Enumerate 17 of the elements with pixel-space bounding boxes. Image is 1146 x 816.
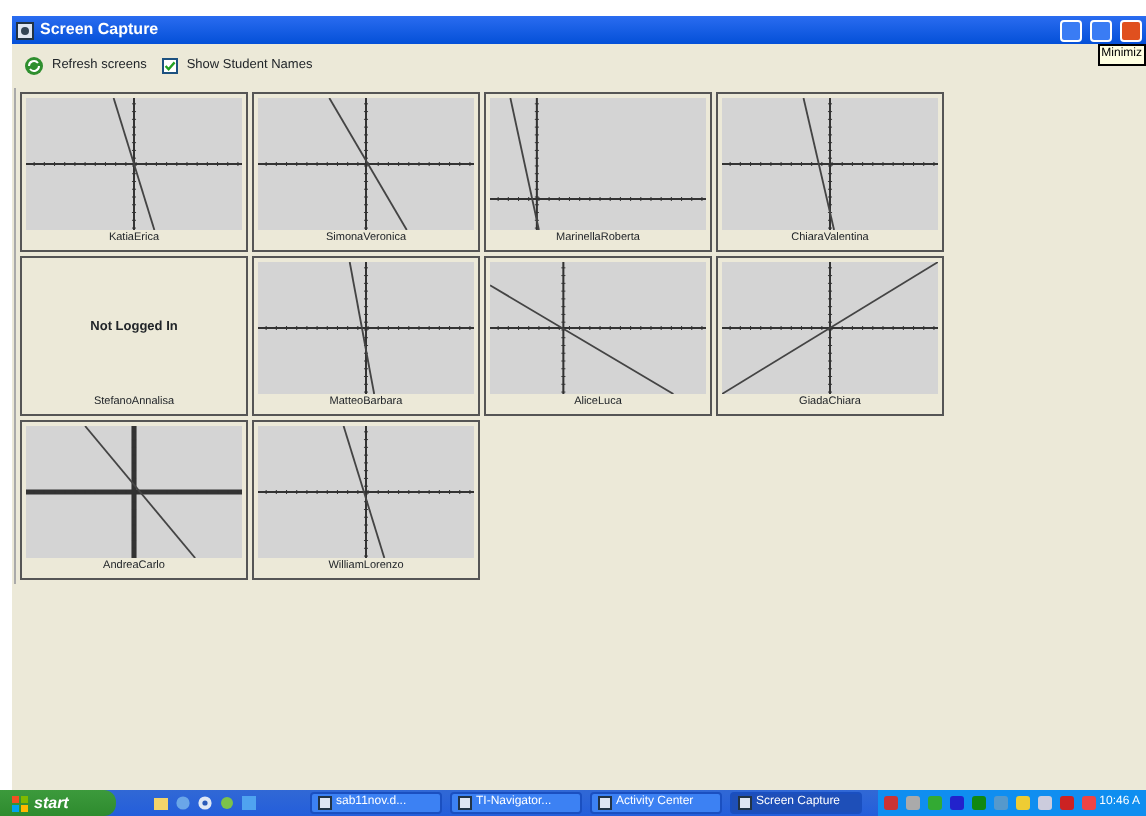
messenger-icon[interactable]	[220, 796, 234, 810]
window-icon	[318, 796, 332, 810]
camera-icon	[16, 21, 34, 39]
minimize-button[interactable]	[1060, 19, 1082, 41]
refresh-icon	[24, 56, 44, 76]
close-button[interactable]	[1120, 19, 1142, 41]
start-button[interactable]: start	[0, 790, 116, 816]
windows-logo-icon	[12, 795, 28, 811]
globe-icon[interactable]	[176, 796, 190, 810]
maximize-button[interactable]	[1090, 19, 1112, 41]
folder-icon[interactable]	[154, 796, 168, 810]
window-title: Screen Capture	[40, 18, 159, 42]
window-icon	[598, 796, 612, 810]
checkbox[interactable]	[162, 58, 179, 74]
window-icon	[738, 796, 752, 810]
window-icon	[458, 796, 472, 810]
media-icon[interactable]	[198, 796, 212, 810]
